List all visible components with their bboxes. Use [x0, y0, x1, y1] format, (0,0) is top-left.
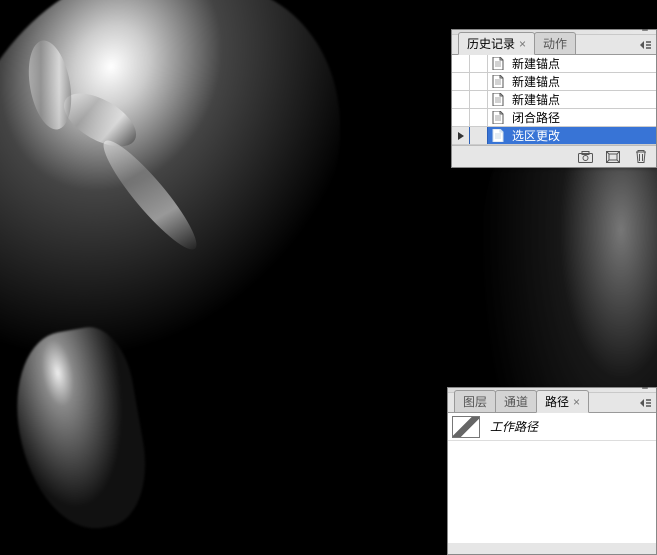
- new-document-button[interactable]: [604, 149, 622, 165]
- document-icon: [488, 91, 508, 108]
- panel-menu-button[interactable]: [638, 396, 652, 410]
- document-icon: [488, 55, 508, 72]
- document-icon: [488, 109, 508, 126]
- paths-tab-strip: 图层 通道 路径 ×: [448, 393, 656, 413]
- tab-paths[interactable]: 路径 ×: [536, 390, 589, 413]
- history-row[interactable]: 闭合路径: [452, 109, 656, 127]
- history-label: 新建锚点: [508, 73, 656, 90]
- history-label: 新建锚点: [508, 91, 656, 108]
- history-label: 选区更改: [508, 127, 656, 144]
- tab-label: 路径: [545, 395, 569, 409]
- create-snapshot-button[interactable]: [576, 149, 594, 165]
- history-row[interactable]: 选区更改: [452, 127, 656, 145]
- history-row[interactable]: 新建锚点: [452, 55, 656, 73]
- history-thumb-cell[interactable]: [470, 109, 488, 126]
- history-thumb-cell[interactable]: [470, 55, 488, 72]
- history-panel: ━ 历史记录 × 动作 新建锚点 新建锚点: [451, 29, 657, 168]
- minimize-icon[interactable]: ━: [636, 28, 654, 34]
- panel-menu-button[interactable]: [638, 38, 652, 52]
- tab-actions[interactable]: 动作: [534, 32, 576, 54]
- tab-history[interactable]: 历史记录 ×: [458, 32, 535, 55]
- tab-layers[interactable]: 图层: [454, 390, 496, 412]
- tab-label: 图层: [463, 395, 487, 409]
- close-icon[interactable]: ×: [519, 37, 526, 51]
- tab-label: 动作: [543, 37, 567, 51]
- document-icon: [488, 127, 508, 144]
- paths-list[interactable]: 工作路径: [448, 413, 656, 543]
- history-marker-cell[interactable]: [452, 127, 470, 144]
- path-row[interactable]: 工作路径: [448, 413, 656, 441]
- history-marker-cell[interactable]: [452, 109, 470, 126]
- path-label: 工作路径: [484, 418, 538, 435]
- document-icon: [488, 73, 508, 90]
- history-thumb-cell[interactable]: [470, 73, 488, 90]
- history-thumb-cell[interactable]: [470, 91, 488, 108]
- history-label: 新建锚点: [508, 55, 656, 72]
- delete-button[interactable]: [632, 149, 650, 165]
- tab-label: 通道: [504, 395, 528, 409]
- history-row[interactable]: 新建锚点: [452, 91, 656, 109]
- history-footer: [452, 145, 656, 167]
- history-marker-cell[interactable]: [452, 55, 470, 72]
- history-label: 闭合路径: [508, 109, 656, 126]
- current-state-icon: [458, 132, 464, 140]
- close-icon[interactable]: ×: [573, 395, 580, 409]
- history-tab-strip: 历史记录 × 动作: [452, 35, 656, 55]
- history-row[interactable]: 新建锚点: [452, 73, 656, 91]
- history-marker-cell[interactable]: [452, 91, 470, 108]
- minimize-icon[interactable]: ━: [636, 386, 654, 392]
- tab-label: 历史记录: [467, 37, 515, 51]
- history-list: 新建锚点 新建锚点 新建锚点 闭合路径: [452, 55, 656, 145]
- history-marker-cell[interactable]: [452, 73, 470, 90]
- path-thumbnail[interactable]: [452, 416, 480, 438]
- tab-channels[interactable]: 通道: [495, 390, 537, 412]
- history-thumb-cell[interactable]: [470, 127, 488, 144]
- paths-panel: ━ 图层 通道 路径 × 工作路径: [447, 387, 657, 555]
